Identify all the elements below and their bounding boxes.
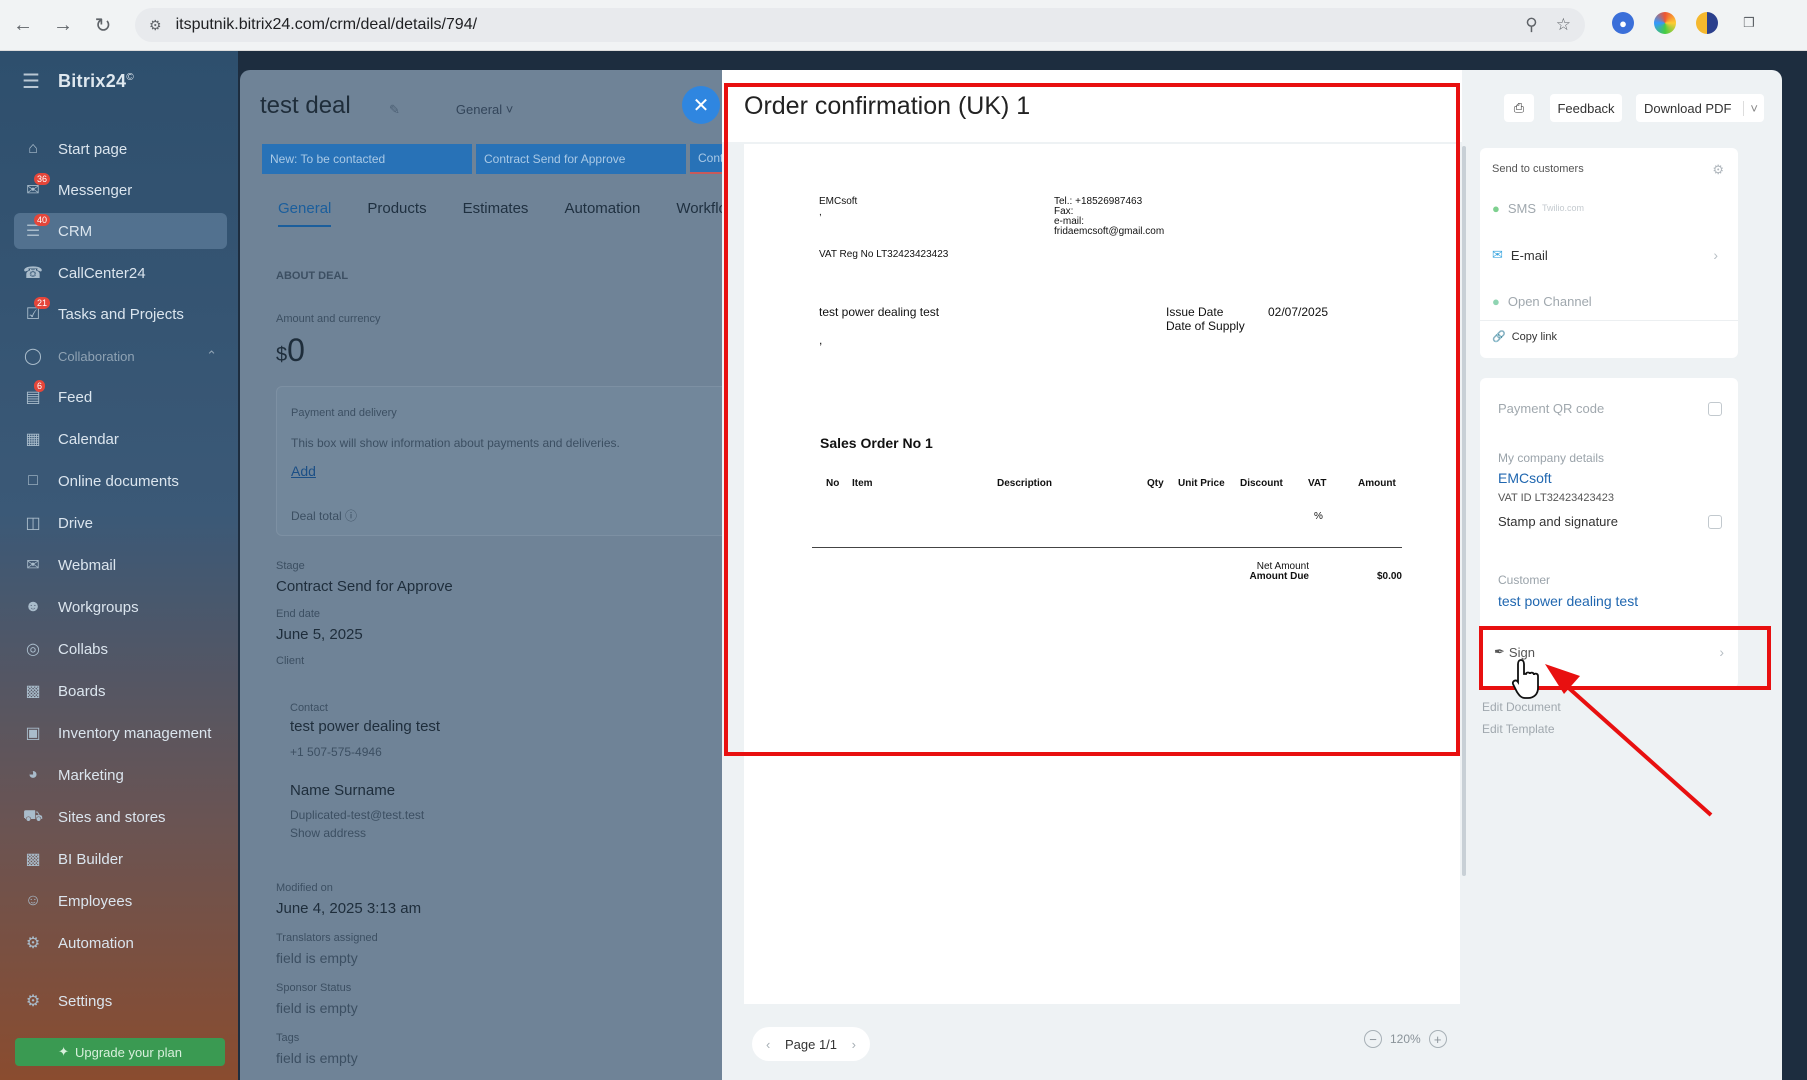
hand-cursor-icon	[1511, 659, 1539, 699]
arrow-shaft	[1560, 680, 1713, 817]
annotation-arrow	[1511, 659, 1713, 817]
arrow-head	[1545, 664, 1580, 694]
